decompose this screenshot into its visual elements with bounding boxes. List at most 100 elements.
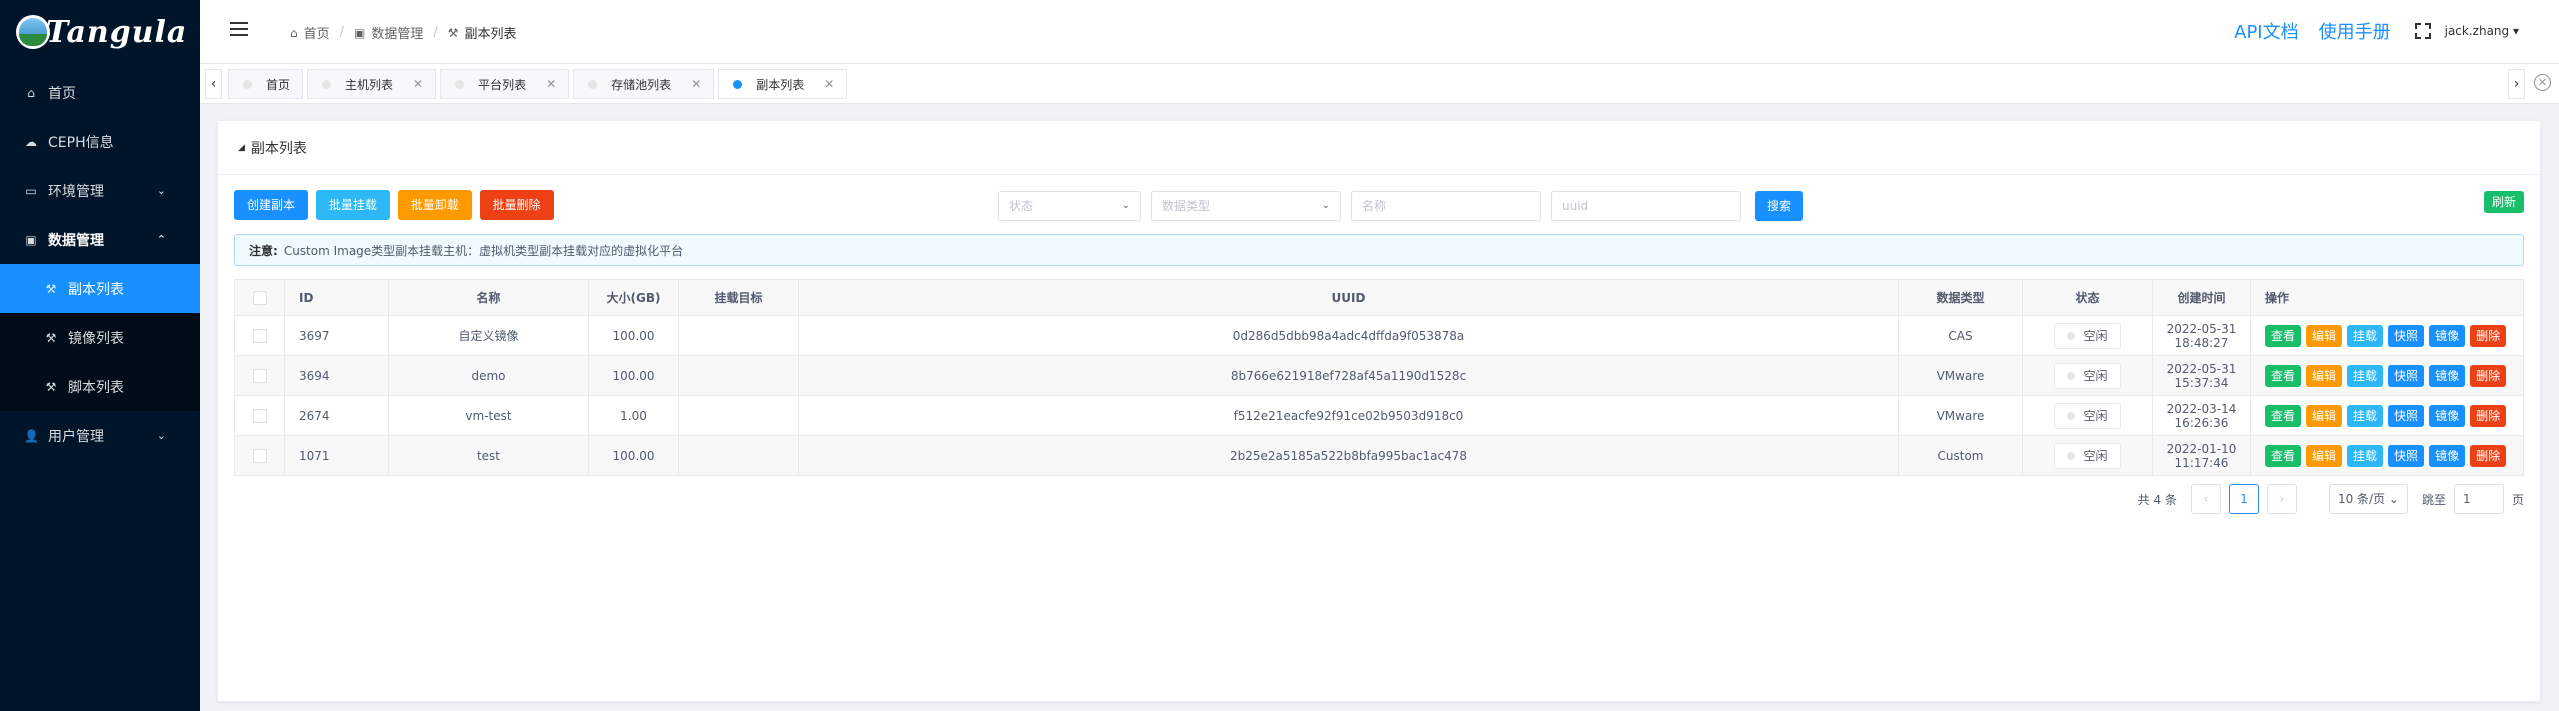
sidebar-item-label: 用户管理: [48, 428, 104, 445]
delete-button[interactable]: 删除: [2470, 404, 2507, 427]
lock-icon: ▣: [25, 232, 37, 247]
name-input[interactable]: 名称: [1351, 191, 1541, 221]
batch-mount-button[interactable]: 批量挂载: [315, 190, 390, 220]
select-all-checkbox[interactable]: [252, 290, 267, 305]
snapshot-button[interactable]: 快照: [2388, 324, 2425, 347]
tab-storage-pool-list[interactable]: 存储池列表 ✕: [573, 69, 715, 99]
cell-uuid: 0d286d5dbb98a4adc4dffda9f053878a: [798, 315, 1899, 356]
close-icon[interactable]: ✕: [824, 77, 834, 91]
manual-link[interactable]: 使用手册: [2319, 18, 2391, 44]
next-page-button[interactable]: ›: [2266, 484, 2297, 514]
breadcrumb-home[interactable]: 首页: [304, 23, 330, 42]
breadcrumb: ⌂ 首页 / ▣ 数据管理 / ⚒ 副本列表: [290, 23, 517, 42]
sidebar-item-replica-list[interactable]: ⚒ 副本列表: [0, 264, 200, 313]
uuid-input[interactable]: uuid: [1551, 191, 1741, 221]
view-button[interactable]: 查看: [2265, 364, 2302, 387]
page-1-button[interactable]: 1: [2228, 484, 2259, 514]
edit-button[interactable]: 编辑: [2306, 444, 2343, 467]
status-badge: 空闲: [2054, 362, 2121, 389]
sidebar-item-env[interactable]: ▭ 环境管理 ⌄: [0, 166, 200, 215]
breadcrumb-data-mgmt[interactable]: 数据管理: [371, 23, 423, 42]
image-button[interactable]: 镜像: [2429, 364, 2466, 387]
page-size-select[interactable]: 10 条/页 ⌄: [2328, 484, 2408, 514]
row-actions: 查看 编辑 挂载 快照 镜像 删除: [2250, 395, 2524, 436]
jump-page-input[interactable]: 1: [2453, 484, 2504, 514]
snapshot-button[interactable]: 快照: [2388, 404, 2425, 427]
sidebar-item-users[interactable]: 👤 用户管理 ⌄: [0, 411, 200, 460]
batch-delete-button[interactable]: 批量删除: [479, 190, 554, 220]
filters: 状态 ⌄ 数据类型 ⌄ 名称 uuid 搜索: [998, 191, 1804, 221]
select-all-checkbox-cell[interactable]: [234, 279, 285, 316]
close-icon[interactable]: ✕: [413, 77, 423, 91]
sidebar-item-image-list[interactable]: ⚒ 镜像列表: [0, 313, 200, 362]
tab-platform-list[interactable]: 平台列表 ✕: [440, 69, 570, 99]
refresh-button[interactable]: 刷新: [2483, 191, 2524, 213]
tab-dot: [455, 79, 465, 89]
tab-replica-list[interactable]: 副本列表 ✕: [718, 69, 848, 99]
batch-unmount-button[interactable]: 批量卸载: [397, 190, 472, 220]
sidebar-item-label: 镜像列表: [68, 330, 124, 347]
view-button[interactable]: 查看: [2265, 404, 2302, 427]
edit-button[interactable]: 编辑: [2306, 364, 2343, 387]
delete-button[interactable]: 删除: [2470, 324, 2507, 347]
sidebar-item-data[interactable]: ▣ 数据管理 ⌃: [0, 215, 200, 264]
image-button[interactable]: 镜像: [2429, 324, 2466, 347]
col-uuid: UUID: [798, 279, 1899, 316]
create-replica-button[interactable]: 创建副本: [234, 190, 309, 220]
home-icon: ⌂: [27, 85, 35, 100]
status-select[interactable]: 状态 ⌄: [998, 191, 1141, 221]
menu-toggle-icon[interactable]: [230, 22, 248, 36]
cell-type: Custom: [1898, 435, 2023, 476]
tab-label: 存储池列表: [611, 77, 672, 92]
view-button[interactable]: 查看: [2265, 444, 2302, 467]
user-menu[interactable]: jack.zhang ▾: [2445, 24, 2519, 38]
delete-button[interactable]: 删除: [2470, 364, 2507, 387]
tabs-scroll-left-icon[interactable]: ‹: [205, 69, 222, 99]
cell-size: 1.00: [588, 395, 679, 436]
sidebar-item-label: CEPH信息: [48, 134, 114, 151]
data-type-select[interactable]: 数据类型 ⌄: [1151, 191, 1341, 221]
api-doc-link[interactable]: API文档: [2234, 18, 2298, 44]
mount-button[interactable]: 挂载: [2347, 404, 2384, 427]
tab-dot: [733, 79, 743, 89]
mount-button[interactable]: 挂载: [2347, 444, 2384, 467]
image-button[interactable]: 镜像: [2429, 404, 2466, 427]
row-checkbox[interactable]: [252, 448, 267, 463]
sidebar-item-ceph[interactable]: ☁ CEPH信息: [0, 117, 200, 166]
edit-button[interactable]: 编辑: [2306, 324, 2343, 347]
row-checkbox[interactable]: [252, 408, 267, 423]
cell-type: CAS: [1898, 315, 2023, 356]
close-icon[interactable]: ✕: [691, 77, 701, 91]
tab-home[interactable]: 首页: [228, 69, 304, 99]
delete-button[interactable]: 删除: [2470, 444, 2507, 467]
tab-label: 主机列表: [345, 77, 394, 92]
chevron-down-icon: ⌄: [156, 184, 166, 197]
row-checkbox[interactable]: [252, 368, 267, 383]
view-button[interactable]: 查看: [2265, 324, 2302, 347]
row-actions: 查看 编辑 挂载 快照 镜像 删除: [2250, 355, 2524, 396]
logo[interactable]: Tangula: [0, 0, 200, 64]
mount-button[interactable]: 挂载: [2347, 364, 2384, 387]
cell-size: 100.00: [588, 435, 679, 476]
card-header: ◢ 副本列表: [218, 121, 2540, 175]
close-all-tabs-icon[interactable]: ✕: [2534, 74, 2551, 91]
close-icon[interactable]: ✕: [546, 77, 556, 91]
edit-button[interactable]: 编辑: [2306, 404, 2343, 427]
top-header: ⌂ 首页 / ▣ 数据管理 / ⚒ 副本列表 API文档 使用手册 jack.z…: [200, 0, 2559, 64]
search-button[interactable]: 搜索: [1755, 191, 1804, 221]
cell-size: 100.00: [588, 315, 679, 356]
page-suffix: 页: [2511, 492, 2524, 507]
sidebar-item-home[interactable]: ⌂ 首页: [0, 68, 200, 117]
tab-host-list[interactable]: 主机列表 ✕: [307, 69, 437, 99]
snapshot-button[interactable]: 快照: [2388, 444, 2425, 467]
cell-uuid: f512e21eacfe92f91ce02b9503d918c0: [798, 395, 1899, 436]
row-actions: 查看 编辑 挂载 快照 镜像 删除: [2250, 435, 2524, 476]
prev-page-button[interactable]: ‹: [2190, 484, 2221, 514]
snapshot-button[interactable]: 快照: [2388, 364, 2425, 387]
mount-button[interactable]: 挂载: [2347, 324, 2384, 347]
fullscreen-icon[interactable]: [2414, 23, 2431, 39]
image-button[interactable]: 镜像: [2429, 444, 2466, 467]
tabs-scroll-right-icon[interactable]: ›: [2508, 69, 2525, 99]
row-checkbox[interactable]: [252, 328, 267, 343]
sidebar-item-script-list[interactable]: ⚒ 脚本列表: [0, 362, 200, 411]
